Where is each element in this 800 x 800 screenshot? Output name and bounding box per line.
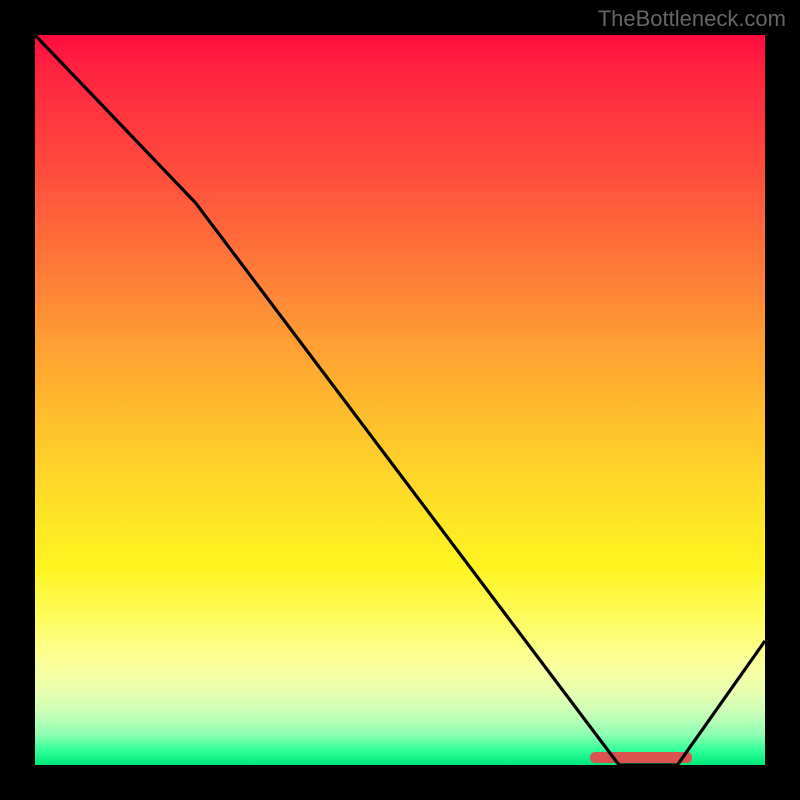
optimum-range-marker: [590, 752, 692, 763]
bottleneck-curve: [35, 35, 765, 765]
attribution-text: TheBottleneck.com: [598, 6, 786, 32]
chart-plot-area: [35, 35, 765, 765]
